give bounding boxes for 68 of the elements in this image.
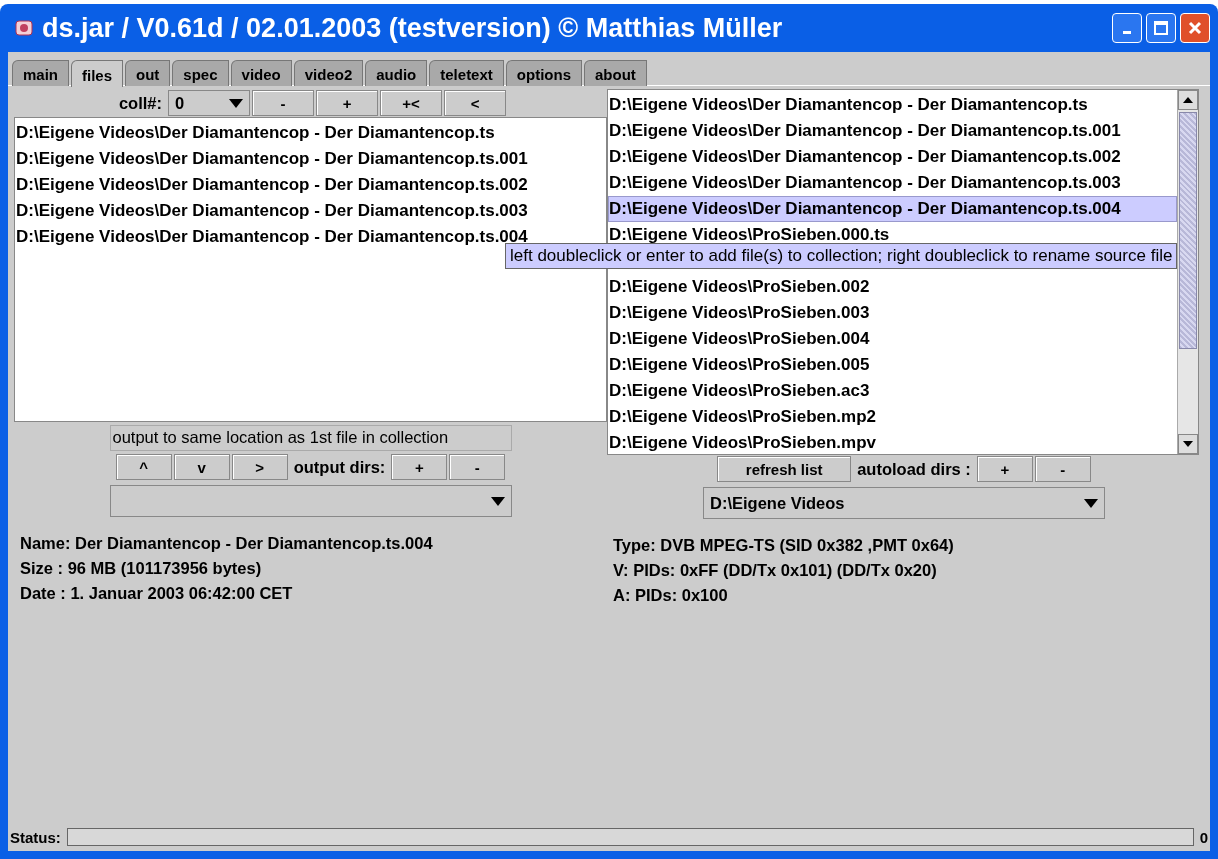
stream-info-text: V: PIDs: 0xFF (DD/Tx 0x101) (DD/Tx 0x20) xyxy=(613,560,938,581)
close-button[interactable] xyxy=(1180,13,1210,43)
minimize-icon xyxy=(1123,31,1131,34)
tooltip: left doubleclick or enter to add file(s) to collection; right doubleclick to rename source file xyxy=(505,243,1178,269)
move-button[interactable]: > xyxy=(231,454,288,480)
tab[interactable]: audio xyxy=(365,60,428,86)
maximize-icon xyxy=(1154,21,1168,35)
collection-combo[interactable]: 0 xyxy=(168,90,251,116)
tab[interactable]: main xyxy=(12,60,69,86)
tab[interactable]: teletext xyxy=(429,60,504,86)
refresh-button[interactable]: refresh list xyxy=(717,456,852,482)
window-title: ds.jar / V0.61d / 02.01.2003 (testversion) © Matthias Müller xyxy=(42,12,784,44)
status-value: 0 xyxy=(1199,828,1208,846)
collection-button[interactable]: +< xyxy=(380,90,443,116)
list-item[interactable]: D:\Eigene Videos\Der Diamantencop - Der Diamantencop.ts.003 xyxy=(15,198,606,224)
list-item[interactable]: D:\Eigene Videos\Der Diamantencop - Der Diamantencop.ts.001 xyxy=(15,146,606,172)
tab[interactable]: out xyxy=(125,60,171,86)
output-dir-button[interactable]: - xyxy=(449,454,506,480)
collection-button[interactable]: - xyxy=(252,90,315,116)
list-item[interactable]: D:\Eigene Videos\ProSieben.005 xyxy=(608,352,1177,378)
move-button[interactable]: ^ xyxy=(115,454,172,480)
dropdown-arrow-icon xyxy=(490,496,505,506)
list-item[interactable]: D:\Eigene Videos\Der Diamantencop - Der Diamantencop.ts.001 xyxy=(608,118,1177,144)
maximize-button[interactable] xyxy=(1146,13,1176,43)
output-dirs-label: output dirs: xyxy=(292,457,387,477)
move-button[interactable]: v xyxy=(173,454,230,480)
app-icon xyxy=(14,18,34,38)
list-item[interactable]: D:\Eigene Videos\ProSieben.004 xyxy=(608,326,1177,352)
stream-info-text: Type: DVB MPEG-TS (SID 0x382 ,PMT 0x64) xyxy=(613,535,955,556)
output-location-field: output to same location as 1st file in collection xyxy=(109,425,512,451)
list-item[interactable]: D:\Eigene Videos\Der Diamantencop - Der Diamantencop.ts.003 xyxy=(608,170,1177,196)
collection-button[interactable]: + xyxy=(316,90,379,116)
tab[interactable]: files xyxy=(71,60,124,87)
list-item[interactable]: D:\Eigene Videos\ProSieben.ac3 xyxy=(608,378,1177,404)
autoload-button[interactable]: - xyxy=(1034,456,1091,482)
collection-button[interactable]: < xyxy=(444,90,507,116)
tab[interactable]: about xyxy=(583,60,647,86)
file-info-text: Name: Der Diamantencop - Der Diamantencop.ts.004 xyxy=(20,533,434,554)
output-dir-combo[interactable] xyxy=(109,485,512,517)
tab[interactable]: options xyxy=(505,60,582,86)
collection-label: coll#: xyxy=(117,93,164,113)
file-info-text: Date : 1. Januar 2003 06:42:00 CET xyxy=(20,583,294,604)
list-item[interactable]: D:\Eigene Videos\Der Diamantencop - Der Diamantencop.ts xyxy=(15,120,606,146)
output-dir-button[interactable]: + xyxy=(391,454,448,480)
list-item[interactable]: D:\Eigene Videos\ProSieben.003 xyxy=(608,300,1177,326)
list-item[interactable]: D:\Eigene Videos\ProSieben.002 xyxy=(608,274,1177,300)
list-item[interactable]: D:\Eigene Videos\Der Diamantencop - Der Diamantencop.ts xyxy=(608,92,1177,118)
autoload-dir-combo[interactable]: D:\Eigene Videos xyxy=(703,487,1105,519)
dropdown-arrow-icon xyxy=(1084,498,1098,508)
tab[interactable]: video2 xyxy=(293,60,364,86)
list-item[interactable]: D:\Eigene Videos\ProSieben.mpv xyxy=(608,430,1177,456)
scroll-down-icon xyxy=(1183,441,1193,447)
close-icon xyxy=(1188,21,1202,35)
list-item[interactable]: D:\Eigene Videos\Der Diamantencop - Der Diamantencop.ts.002 xyxy=(15,172,606,198)
list-item[interactable]: D:\Eigene Videos\Der Diamantencop - Der Diamantencop.ts.002 xyxy=(608,144,1177,170)
autoload-button[interactable]: + xyxy=(976,456,1033,482)
list-item[interactable]: D:\Eigene Videos\Der Diamantencop - Der Diamantencop.ts.004 xyxy=(608,196,1177,222)
tab[interactable]: spec xyxy=(172,60,229,86)
autoload-label: autoload dirs : xyxy=(856,459,972,479)
stream-info-text: A: PIDs: 0x100 xyxy=(613,585,729,606)
tab[interactable]: video xyxy=(230,60,292,86)
file-info-text: Size : 96 MB (101173956 bytes) xyxy=(20,558,263,579)
dropdown-arrow-icon xyxy=(229,98,244,108)
list-item[interactable]: D:\Eigene Videos\ProSieben.mp2 xyxy=(608,404,1177,430)
minimize-button[interactable] xyxy=(1112,13,1142,43)
scroll-up-icon xyxy=(1183,97,1193,103)
scrollbar[interactable] xyxy=(1177,90,1198,454)
status-label: Status: xyxy=(10,828,61,846)
